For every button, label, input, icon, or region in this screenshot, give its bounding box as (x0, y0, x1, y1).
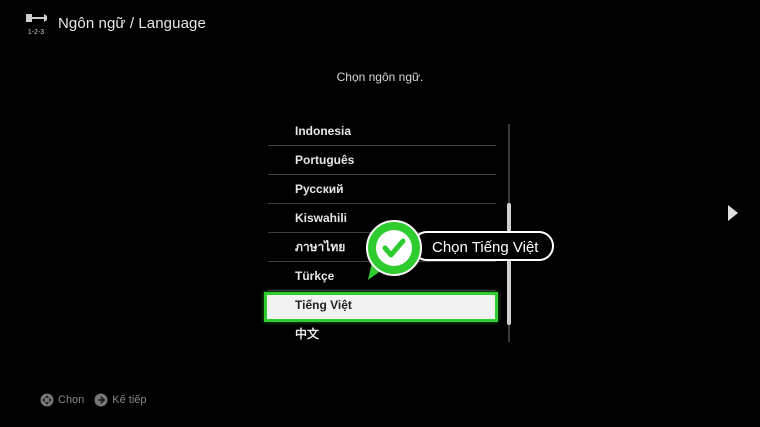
language-item-indonesia[interactable]: Indonesia (268, 117, 496, 146)
language-item-portugues[interactable]: Português (268, 146, 496, 175)
footer-next-label: Kế tiếp (112, 394, 147, 406)
footer-next-hint: Kế tiếp (94, 393, 147, 407)
language-item-chinese[interactable]: 中文 (268, 320, 496, 349)
right-arrow-button-icon (94, 393, 108, 407)
page-title: Ngôn ngữ / Language (58, 15, 206, 32)
footer-hints: Chọn Kế tiếp (40, 393, 147, 407)
dpad-icon (40, 393, 54, 407)
footer-select-hint: Chọn (40, 393, 84, 407)
setup-icon-caption: 1-2-3 (28, 29, 44, 36)
footer-select-label: Chọn (58, 394, 85, 406)
header-bar: 1-2-3 Ngôn ngữ / Language (0, 0, 760, 50)
setup-tools-icon: 1-2-3 (26, 14, 47, 36)
next-arrow-icon[interactable] (726, 203, 740, 223)
checkmark-icon (366, 220, 422, 280)
language-item-russian[interactable]: Русский (268, 175, 496, 204)
callout-label: Chọn Tiếng Việt (412, 231, 555, 261)
language-item-tieng-viet[interactable]: Tiếng Việt (268, 291, 496, 320)
callout-annotation: Chọn Tiếng Việt (360, 218, 560, 288)
instruction-text: Chọn ngôn ngữ. (336, 70, 424, 84)
